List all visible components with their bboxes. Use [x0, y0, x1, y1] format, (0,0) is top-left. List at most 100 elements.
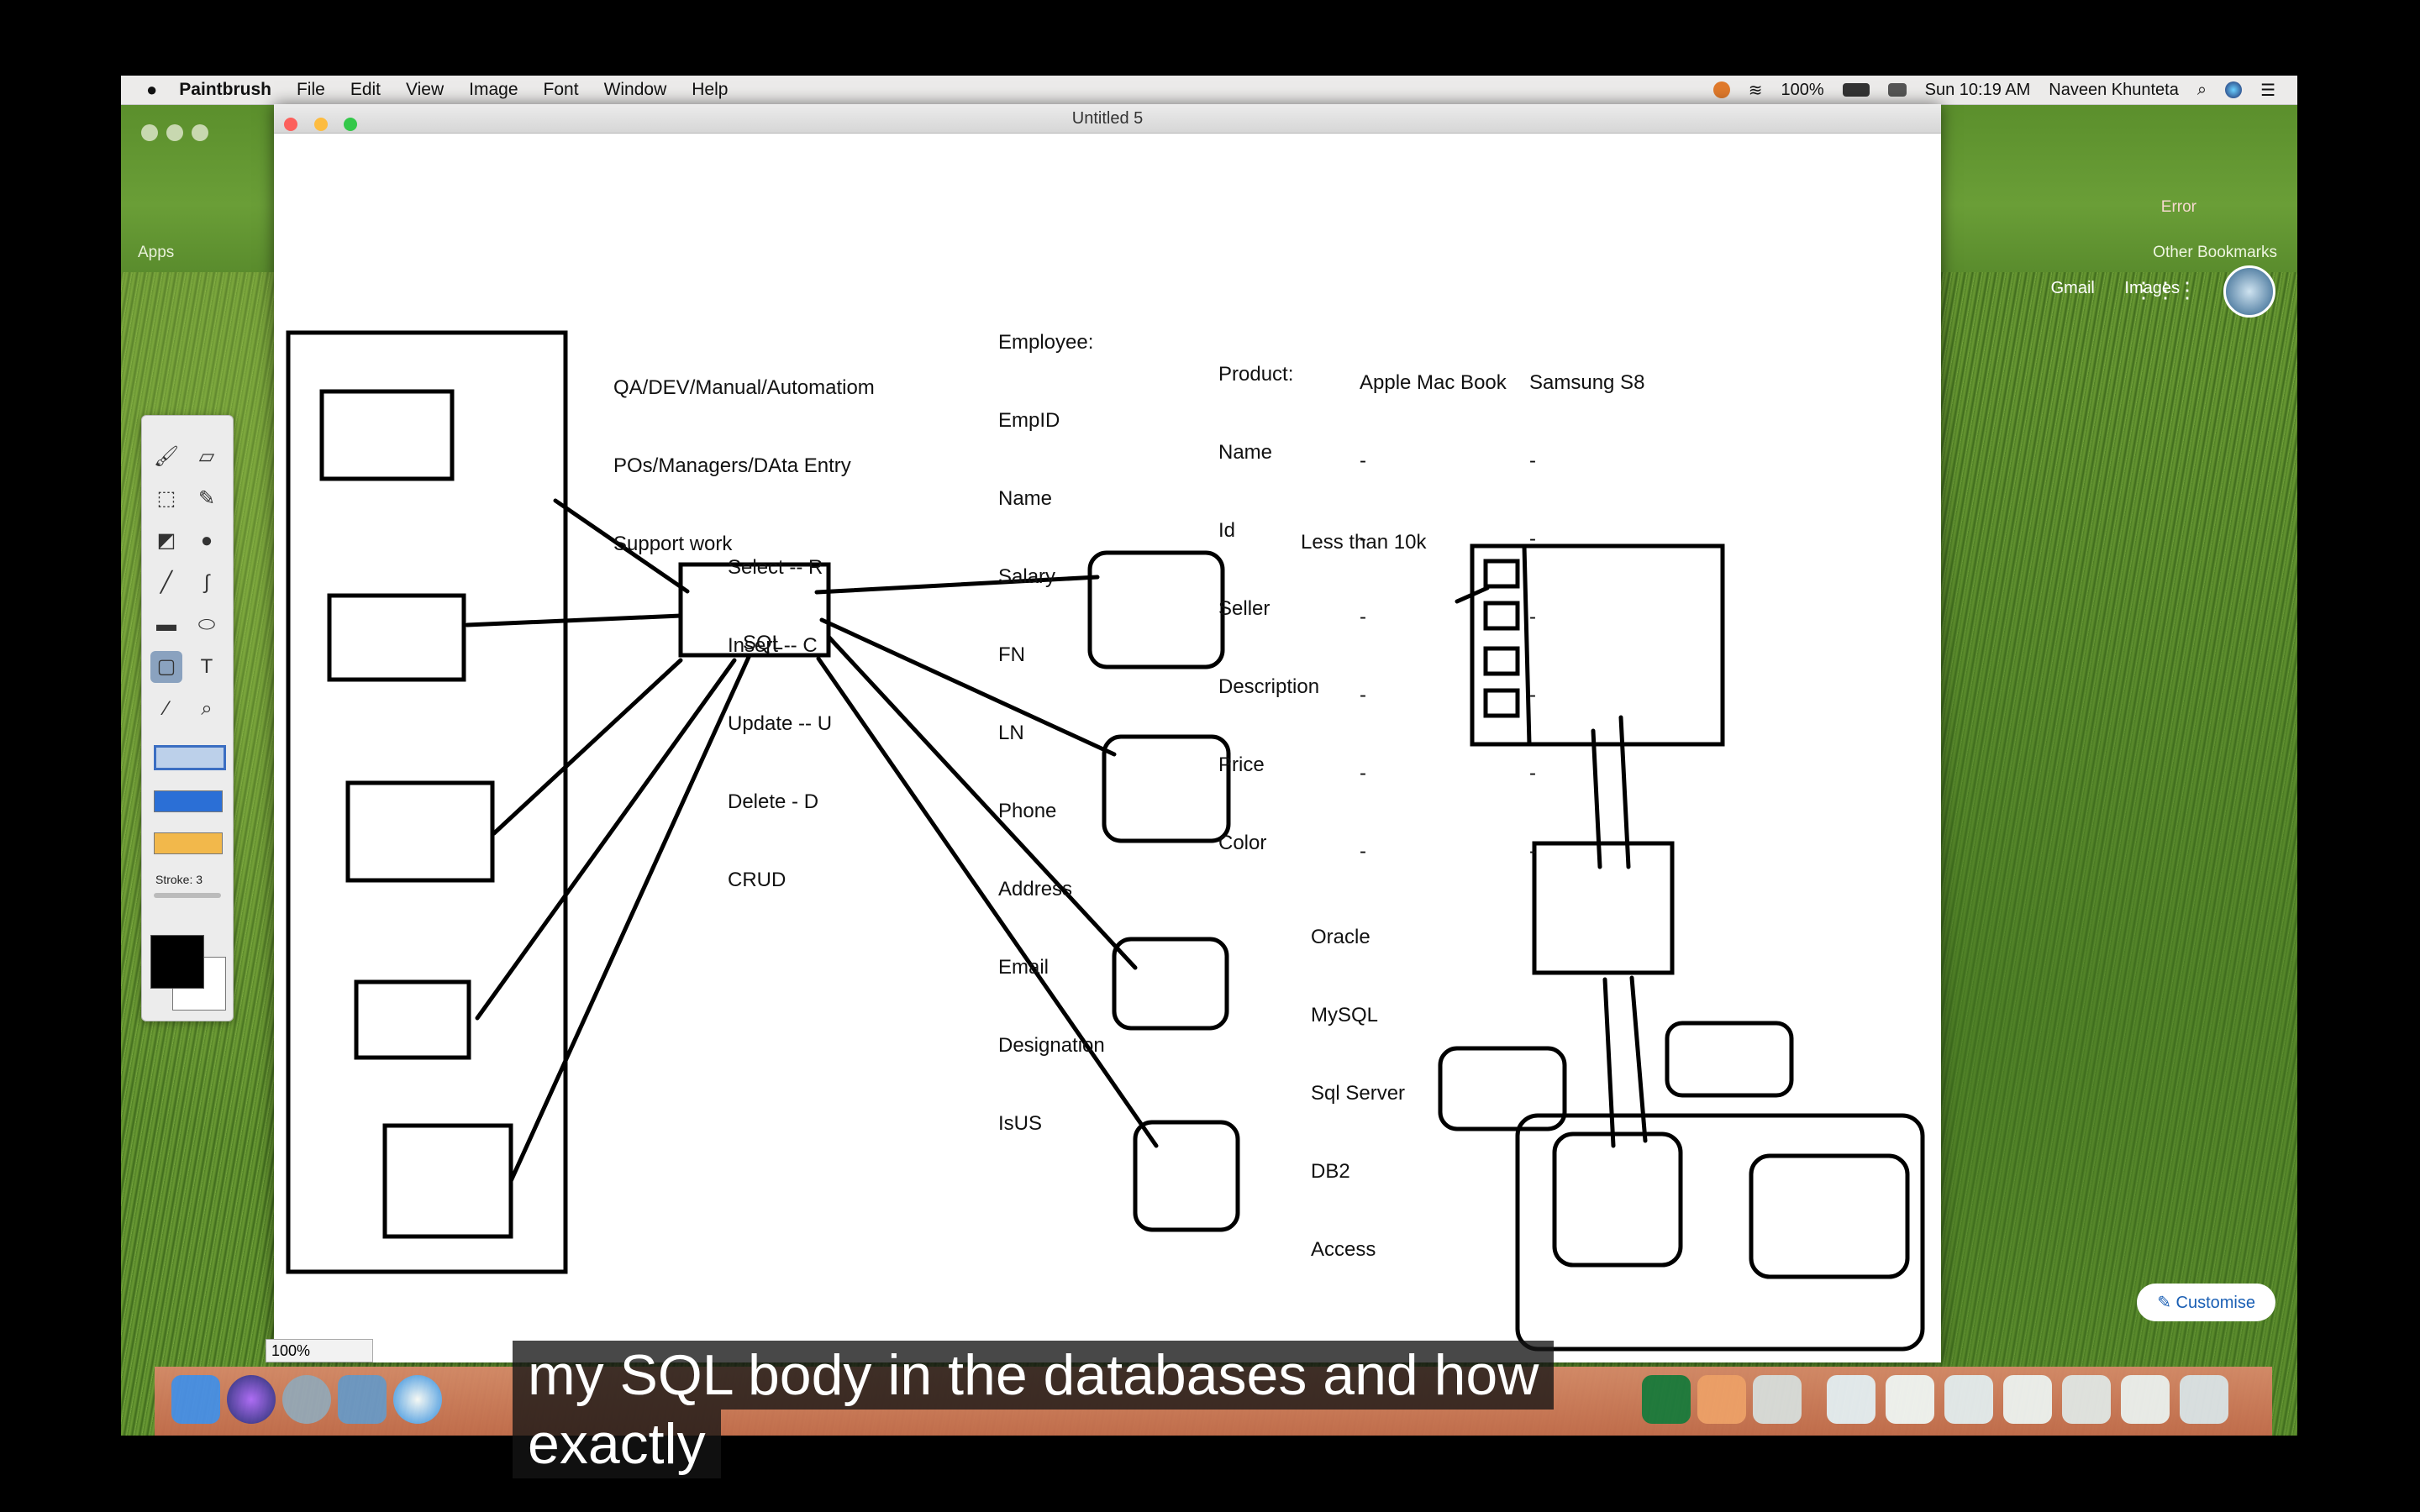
employee-line: Address — [998, 878, 1073, 900]
database-line: Access — [1311, 1238, 1376, 1261]
subtitle-line-1: my SQL body in the databases and how — [513, 1341, 1555, 1410]
status-app-icon[interactable] — [1712, 81, 1730, 98]
both-style-swatch[interactable] — [154, 832, 223, 854]
bookmark-apps[interactable]: Apps — [138, 244, 174, 262]
fill-icon[interactable]: ◩ — [150, 525, 182, 557]
gmail-link[interactable]: Gmail — [2051, 279, 2095, 297]
bomb-icon[interactable]: ● — [191, 525, 223, 557]
roles-line: POs/Managers/DAta Entry — [613, 454, 851, 477]
menu-image[interactable]: Image — [469, 80, 518, 100]
finder-icon[interactable] — [171, 1375, 220, 1424]
employee-line: Phone — [998, 800, 1057, 822]
employee-line: Salary — [998, 565, 1056, 588]
less-than-text: Less than 10k — [1301, 531, 1427, 554]
battery-icon — [1842, 83, 1870, 97]
product-line: Price — [1218, 753, 1265, 776]
menu-font[interactable]: Font — [544, 80, 579, 100]
subtitle-line-2: exactly — [513, 1410, 721, 1478]
product-line: Seller — [1218, 597, 1270, 620]
window-thumbnail-icon[interactable] — [1944, 1375, 1993, 1424]
app-icon[interactable] — [1697, 1375, 1746, 1424]
employee-line: Email — [998, 956, 1050, 979]
connector — [475, 658, 737, 1021]
stroke-label: Stroke: 3 — [155, 873, 203, 886]
window-thumbnail-icon[interactable] — [2062, 1375, 2111, 1424]
error-badge[interactable]: Error — [2161, 198, 2196, 217]
pencil-icon[interactable]: ✎ — [191, 483, 223, 515]
employee-line: Designation — [998, 1034, 1105, 1057]
dash: - — [1360, 762, 1366, 785]
curve-icon[interactable]: ∫ — [191, 567, 223, 599]
user-name[interactable]: Naveen Khunteta — [2049, 81, 2179, 100]
zoom-field[interactable]: 100% — [266, 1339, 373, 1362]
apps-grid-icon[interactable]: ⋮⋮⋮ — [2133, 277, 2198, 303]
launchpad-icon[interactable] — [282, 1375, 331, 1424]
siri-icon[interactable] — [2225, 81, 2243, 98]
ellipse-icon[interactable]: ⬭ — [191, 609, 223, 641]
paintbrush-icon[interactable]: 🖌 — [150, 441, 182, 473]
eyedropper-icon[interactable]: ⁄ — [150, 693, 182, 725]
wifi-icon[interactable]: ≋ — [1749, 80, 1763, 101]
notification-center-icon[interactable]: ☰ — [2260, 80, 2275, 101]
close-button[interactable] — [284, 118, 297, 131]
zoom-icon[interactable]: ⌕ — [191, 693, 223, 725]
fill-style-swatch[interactable] — [154, 790, 223, 812]
clock[interactable]: Sun 10:19 AM — [1925, 81, 2031, 100]
safari-icon[interactable] — [393, 1375, 442, 1424]
menu-file[interactable]: File — [297, 80, 325, 100]
small-box-right — [1665, 1021, 1794, 1098]
database-line: MySQL — [1311, 1004, 1379, 1026]
tools-palette: 🖌 ▱ ⬚ ✎ ◩ ● ╱ ∫ ▬ ⬭ ▢ T ⁄ ⌕ Stroke: 3 — [141, 415, 234, 1021]
menu-bar: ● Paintbrush File Edit View Image Font W… — [121, 76, 2297, 105]
line-icon[interactable]: ╱ — [150, 567, 182, 599]
spotlight-icon[interactable]: ⌕ — [2197, 81, 2207, 100]
outline-style-swatch[interactable] — [154, 745, 226, 770]
apple-icon[interactable]: ● — [146, 79, 157, 101]
menu-view[interactable]: View — [406, 80, 444, 100]
minimize-button[interactable] — [313, 118, 328, 131]
window-thumbnail-icon[interactable] — [2121, 1375, 2170, 1424]
avatar[interactable] — [2223, 265, 2275, 318]
window-thumbnail-icon[interactable] — [1827, 1375, 1876, 1424]
zoom-button[interactable] — [344, 118, 358, 131]
foreground-color[interactable] — [150, 935, 204, 989]
client-box-5 — [382, 1123, 513, 1239]
paintbrush-app-icon[interactable] — [1753, 1375, 1802, 1424]
menu-edit[interactable]: Edit — [350, 80, 381, 100]
dash: - — [1529, 606, 1536, 628]
siri-icon[interactable] — [227, 1375, 276, 1424]
trash-icon[interactable] — [2180, 1375, 2228, 1424]
display-icon[interactable] — [1887, 83, 1907, 97]
menu-app[interactable]: Paintbrush — [179, 80, 271, 100]
dash: - — [1529, 762, 1536, 785]
employee-line: LN — [998, 722, 1024, 744]
product-line: Color — [1218, 832, 1267, 854]
dash: - — [1529, 684, 1536, 706]
product-line: Name — [1218, 441, 1273, 464]
selection-icon[interactable]: ⬚ — [150, 483, 182, 515]
bookmark-other[interactable]: Other Bookmarks — [2153, 244, 2277, 262]
battery-label[interactable]: 100% — [1781, 81, 1823, 100]
menu-window[interactable]: Window — [604, 80, 667, 100]
text-icon[interactable]: T — [191, 651, 223, 683]
rectangle-icon[interactable]: ▬ — [150, 609, 182, 641]
preview-icon[interactable] — [338, 1375, 387, 1424]
video-subtitle: my SQL body in the databases and how exa… — [513, 1341, 1555, 1478]
employee-line: IsUS — [998, 1112, 1043, 1135]
stroke-slider[interactable] — [154, 893, 221, 898]
window-titlebar: Untitled 5 — [274, 104, 1941, 134]
eraser-icon[interactable]: ▱ — [191, 441, 223, 473]
window-thumbnail-icon[interactable] — [2003, 1375, 2052, 1424]
customise-button[interactable]: ✎ Customise — [2137, 1284, 2275, 1321]
canvas-drawing — [286, 330, 1925, 1352]
product-col-header: Apple Mac Book — [1360, 371, 1507, 394]
text-product: Product: Name Id Seller Description Pric… — [1218, 309, 1319, 908]
drawing-canvas[interactable]: QA/DEV/Manual/Automatiom POs/Managers/DA… — [274, 133, 1941, 1362]
crud-line: Delete - D — [728, 790, 819, 813]
text-crud: Select -- R Insert -- C Update -- U Dele… — [728, 502, 832, 945]
window-thumbnail-icon[interactable] — [1886, 1375, 1934, 1424]
menu-help[interactable]: Help — [692, 80, 728, 100]
employee-line: FN — [998, 643, 1025, 666]
rounded-rect-icon[interactable]: ▢ — [150, 651, 182, 683]
excel-icon[interactable] — [1642, 1375, 1691, 1424]
